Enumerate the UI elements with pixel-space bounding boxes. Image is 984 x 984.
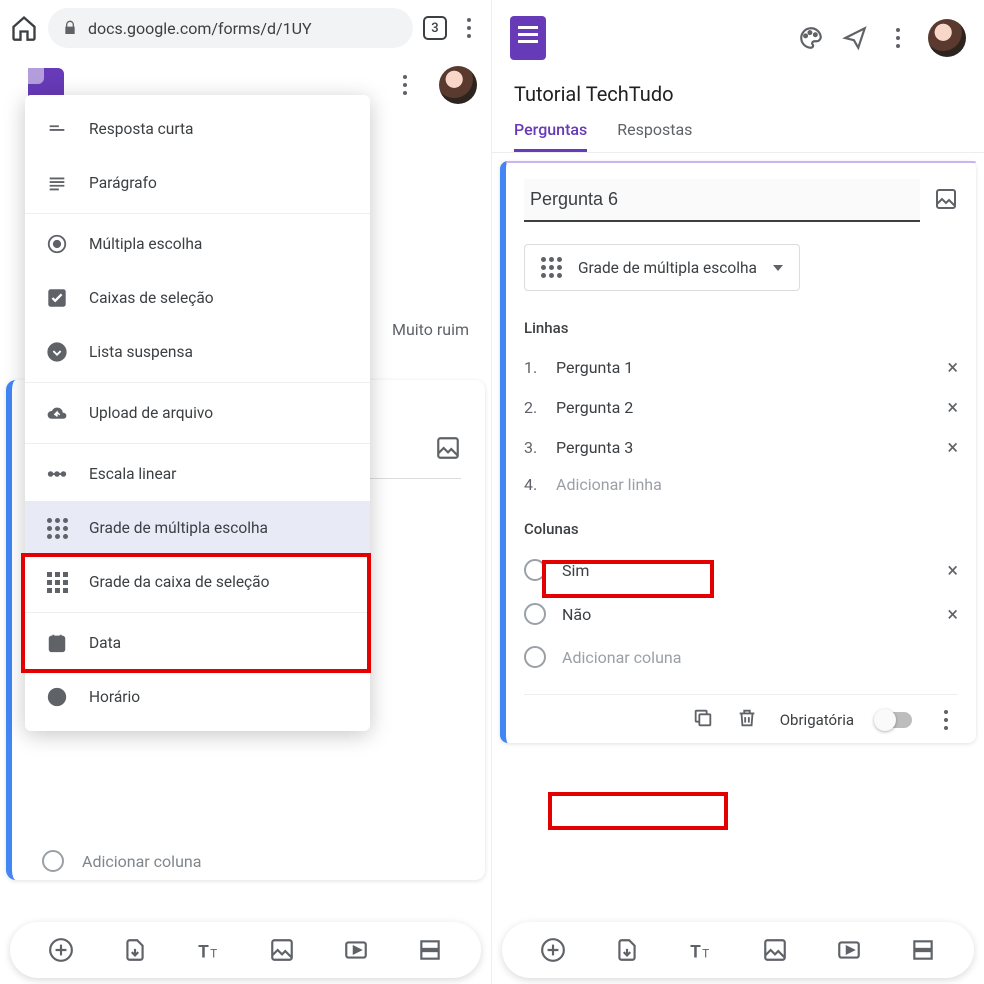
- forms-logo[interactable]: [510, 16, 546, 60]
- row-2[interactable]: 2.Pergunta 2×: [524, 387, 958, 427]
- dropdown-icon: [45, 340, 69, 364]
- delete-icon[interactable]: [736, 707, 758, 733]
- remove-icon[interactable]: ×: [947, 435, 958, 459]
- browser-bar: docs.google.com/forms/d/1UY 3: [0, 0, 491, 56]
- menu-paragraph[interactable]: Parágrafo: [25, 156, 370, 210]
- required-label: Obrigatória: [780, 711, 854, 729]
- menu-time[interactable]: Horário: [25, 670, 370, 724]
- card-footer: Obrigatória: [524, 694, 958, 733]
- menu-date[interactable]: Data: [25, 616, 370, 670]
- row-3[interactable]: 3.Pergunta 3×: [524, 427, 958, 467]
- linear-scale-icon: [45, 462, 69, 486]
- add-col[interactable]: Adicionar coluna: [524, 636, 958, 678]
- remove-icon[interactable]: ×: [947, 395, 958, 419]
- add-section-icon[interactable]: [417, 937, 443, 963]
- calendar-icon: [45, 631, 69, 655]
- svg-text:T: T: [198, 943, 209, 963]
- add-image-icon[interactable]: [762, 937, 788, 963]
- question-type-selector[interactable]: Grade de múltipla escolha: [524, 244, 800, 291]
- menu-file-upload[interactable]: Upload de arquivo: [25, 386, 370, 440]
- image-icon[interactable]: [435, 435, 461, 465]
- import-icon[interactable]: [614, 937, 640, 963]
- title-icon[interactable]: TT: [688, 937, 714, 963]
- add-question-icon[interactable]: [540, 937, 566, 963]
- url-text: docs.google.com/forms/d/1UY: [88, 19, 312, 38]
- screenshot-right: Tutorial TechTudo Perguntas Respostas Gr…: [492, 0, 984, 984]
- add-column-row[interactable]: Adicionar coluna: [42, 850, 201, 872]
- chevron-down-icon: [773, 265, 783, 271]
- short-answer-icon: [45, 117, 69, 141]
- more-icon[interactable]: [886, 28, 910, 48]
- forms-header: [492, 0, 984, 76]
- menu-checkboxes[interactable]: Caixas de seleção: [25, 271, 370, 325]
- tab-responses[interactable]: Respostas: [617, 120, 692, 152]
- url-bar[interactable]: docs.google.com/forms/d/1UY: [48, 8, 413, 48]
- add-image-icon[interactable]: [269, 937, 295, 963]
- menu-dropdown[interactable]: Lista suspensa: [25, 325, 370, 379]
- question-title-input[interactable]: [524, 179, 920, 222]
- tab-questions[interactable]: Perguntas: [514, 120, 587, 152]
- avatar[interactable]: [439, 66, 477, 104]
- remove-icon[interactable]: ×: [947, 558, 958, 582]
- title-icon[interactable]: TT: [196, 937, 222, 963]
- home-icon[interactable]: [10, 14, 38, 42]
- cols-header: Colunas: [524, 520, 958, 538]
- radio-icon: [524, 559, 546, 581]
- clock-icon: [45, 685, 69, 709]
- question-toolbar: TT: [10, 922, 481, 978]
- browser-menu-icon[interactable]: [457, 18, 481, 38]
- send-icon[interactable]: [842, 25, 868, 51]
- radio-icon: [524, 603, 546, 625]
- cb-grid-icon: [45, 570, 69, 594]
- remove-icon[interactable]: ×: [947, 355, 958, 379]
- add-column-placeholder: Adicionar coluna: [82, 852, 201, 871]
- tabs: Perguntas Respostas: [492, 106, 984, 153]
- paragraph-icon: [45, 171, 69, 195]
- add-question-icon[interactable]: [48, 937, 74, 963]
- more-icon[interactable]: [393, 75, 417, 95]
- lock-icon: [62, 20, 78, 36]
- add-row[interactable]: 4.Adicionar linha: [524, 467, 958, 502]
- add-video-icon[interactable]: [836, 937, 862, 963]
- question-toolbar: TT: [502, 922, 974, 978]
- svg-text:T: T: [210, 947, 217, 961]
- required-toggle[interactable]: [876, 712, 912, 728]
- image-icon[interactable]: [934, 187, 958, 215]
- svg-text:T: T: [690, 943, 701, 963]
- menu-short-answer[interactable]: Resposta curta: [25, 102, 370, 156]
- import-icon[interactable]: [122, 937, 148, 963]
- col-1[interactable]: Sim×: [524, 548, 958, 592]
- menu-linear-scale[interactable]: Escala linear: [25, 447, 370, 501]
- add-video-icon[interactable]: [343, 937, 369, 963]
- cloud-upload-icon: [45, 401, 69, 425]
- radio-icon: [45, 232, 69, 256]
- menu-cb-grid[interactable]: Grade da caixa de seleção: [25, 555, 370, 609]
- avatar[interactable]: [928, 19, 966, 57]
- menu-mc-grid[interactable]: Grade de múltipla escolha: [25, 501, 370, 555]
- radio-icon: [524, 646, 546, 668]
- duplicate-icon[interactable]: [692, 707, 714, 733]
- screenshot-left: docs.google.com/forms/d/1UY 3 Muito ruim…: [0, 0, 492, 984]
- checkbox-icon: [45, 286, 69, 310]
- svg-text:T: T: [702, 947, 709, 961]
- mc-grid-icon: [45, 516, 69, 540]
- tab-count[interactable]: 3: [423, 16, 447, 40]
- radio-icon: [42, 850, 64, 872]
- background-text: Muito ruim: [392, 320, 469, 339]
- menu-multiple-choice[interactable]: Múltipla escolha: [25, 217, 370, 271]
- add-section-icon[interactable]: [910, 937, 936, 963]
- remove-icon[interactable]: ×: [947, 602, 958, 626]
- form-title[interactable]: Tutorial TechTudo: [492, 82, 984, 106]
- row-1[interactable]: 1.Pergunta 1×: [524, 347, 958, 387]
- question-type-dropdown: Resposta curta Parágrafo Múltipla escolh…: [25, 95, 370, 731]
- palette-icon[interactable]: [798, 25, 824, 51]
- mc-grid-icon: [541, 257, 562, 278]
- col-2[interactable]: Não×: [524, 592, 958, 636]
- more-icon[interactable]: [934, 710, 958, 730]
- rows-header: Linhas: [524, 319, 958, 337]
- question-card: Grade de múltipla escolha Linhas 1.Pergu…: [500, 161, 976, 743]
